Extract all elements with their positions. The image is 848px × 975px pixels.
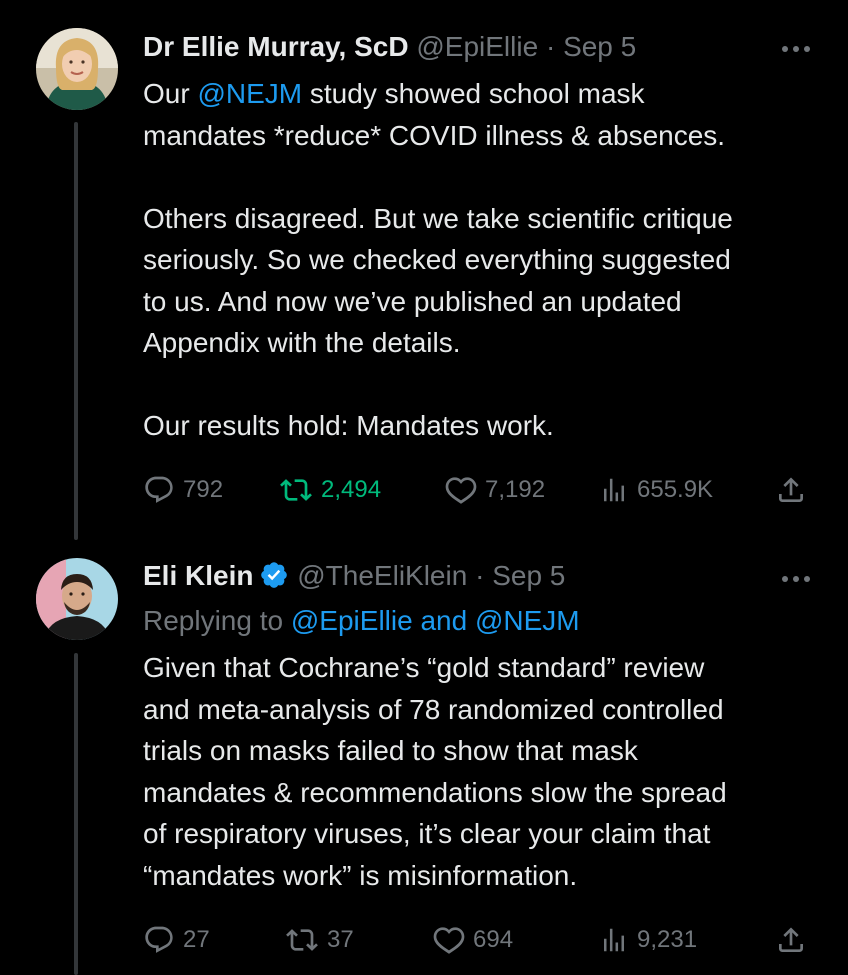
views-count: 655.9K [637,476,714,503]
display-name[interactable]: Eli Klein [143,560,253,591]
tweet-header: Eli Klein @TheEliKlein · Sep 5 [143,559,565,593]
avatar[interactable] [36,558,118,640]
verified-badge-icon[interactable] [259,560,289,590]
replying-to-users[interactable]: @EpiEllie and @NEJM [291,605,580,636]
like-button[interactable]: 694 [433,920,513,960]
retweet-count: 2,494 [321,476,382,503]
retweet-icon [286,929,318,951]
views-button[interactable]: 9,231 [599,920,697,960]
text-line: mandates & recommendations slow the spre… [143,776,727,808]
text-line: Our results hold: Mandates work. [143,410,554,441]
retweet-count: 37 [327,926,354,953]
text-line: Appendix with the details. [143,327,461,358]
text-prefix: Our [143,78,198,109]
handle[interactable]: @EpiEllie [416,31,538,62]
display-name[interactable]: Dr Ellie Murray, ScD [143,31,409,62]
avatar[interactable] [36,28,118,110]
tweet-header: Dr Ellie Murray, ScD @EpiEllie · Sep 5 [143,30,636,64]
views-count: 9,231 [637,926,698,953]
share-button[interactable] [775,470,807,510]
like-count: 7,192 [485,476,546,503]
views-icon [604,478,624,502]
tweet-text: Given that Cochrane’s “gold standard” re… [143,647,823,896]
reply-icon [145,926,173,953]
reply-button[interactable]: 27 [143,920,210,960]
views-button[interactable]: 655.9K [599,470,713,510]
text-line: Given that Cochrane’s “gold standard” re… [143,652,705,683]
reply-count: 792 [183,476,224,503]
thread-line [74,122,78,540]
text-line: trials on masks failed to show that mask [143,735,638,766]
action-bar: 792 2,494 7,192 655.9K [143,470,813,510]
avatar-photo [36,558,118,640]
retweet-button[interactable]: 37 [285,920,354,960]
tweet-ellie-murray[interactable]: Dr Ellie Murray, ScD @EpiEllie · Sep 5 O… [0,0,848,545]
mention-link[interactable]: @NEJM [197,78,302,109]
share-icon [779,477,803,502]
text-line: mandates *reduce* COVID illness & absenc… [143,119,726,151]
like-count: 694 [473,926,514,953]
more-icon [782,576,810,582]
replying-to-prefix: Replying to [143,605,291,636]
retweet-button[interactable]: 2,494 [279,470,381,510]
action-bar: 27 37 694 9,231 [143,920,813,960]
reply-button[interactable]: 792 [143,470,223,510]
text-line: Others disagreed. But we take scientific… [143,202,733,234]
reply-icon [145,476,173,503]
views-icon [604,928,624,952]
reply-count: 27 [183,926,210,953]
avatar-photo [36,28,118,110]
more-options-button[interactable] [780,42,812,54]
tweet-text: Our @NEJM study showed school mask manda… [143,73,823,447]
text-line: of respiratory viruses, it’s clear your … [143,818,711,849]
separator: · [545,31,556,62]
handle[interactable]: @TheEliKlein [297,560,467,591]
text-line: “mandates work” is misinformation. [143,859,578,891]
text-line: and meta-analysis of 78 randomized contr… [143,693,724,725]
text-line: seriously. So we checked everything sugg… [143,244,731,275]
share-icon [779,927,803,952]
retweet-icon [280,479,312,501]
like-icon [445,477,477,504]
like-icon [433,927,465,954]
like-button[interactable]: 7,192 [445,470,545,510]
text-segment: study showed school mask [302,78,645,109]
timestamp[interactable]: Sep 5 [563,31,636,62]
share-button[interactable] [775,920,807,960]
text-line: to us. And now we’ve published an update… [143,285,682,317]
tweet-eli-klein[interactable]: Eli Klein @TheEliKlein · Sep 5 Replying … [0,545,848,975]
replying-to: Replying to @EpiEllie and @NEJM [143,604,580,638]
timestamp[interactable]: Sep 5 [492,560,565,591]
more-icon [782,46,810,52]
thread-line [74,653,78,975]
more-options-button[interactable] [780,572,812,584]
separator: · [475,560,485,591]
